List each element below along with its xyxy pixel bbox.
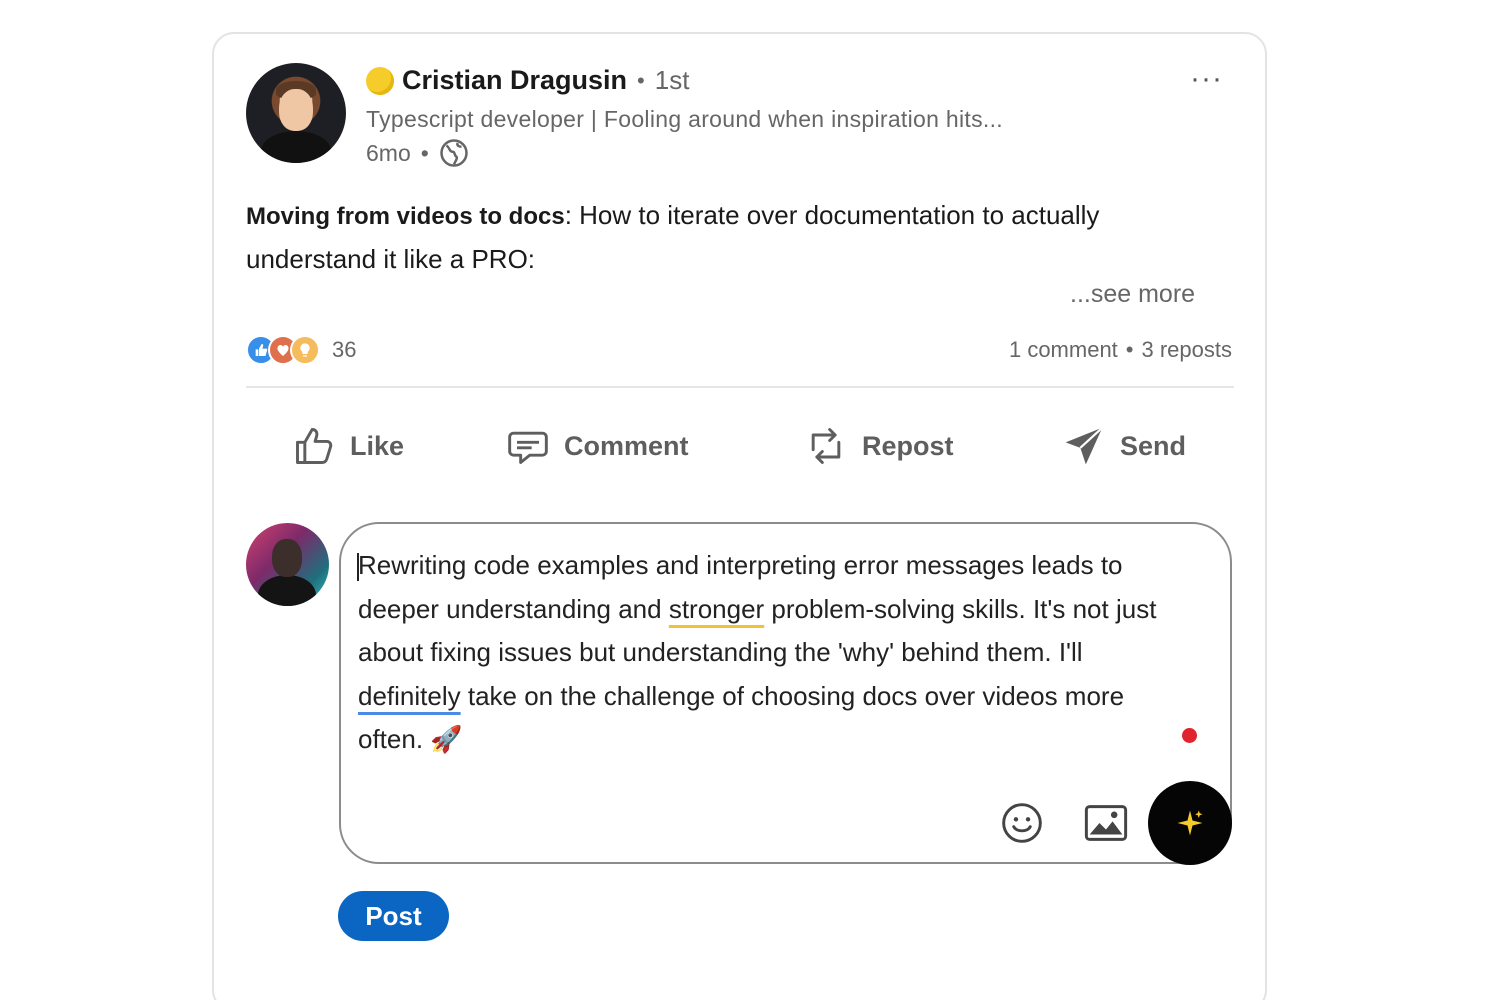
author-headline: Typescript developer | Fooling around wh… [366,106,1003,132]
post-body: Moving from videos to docs: How to itera… [246,194,1126,280]
post-time: 6mo [366,139,411,166]
connection-degree: 1st [654,65,690,95]
like-button[interactable]: Like [292,418,404,474]
repost-label: Repost [862,430,954,461]
thumbs-up-icon [296,428,333,464]
send-icon [1065,426,1104,465]
spelling-suggestion-word[interactable]: definitely [358,681,461,711]
author-name-row: Cristian Dragusin • 1st [366,65,689,96]
repost-button[interactable]: Repost [804,418,954,474]
rocket-emoji: 🚀 [430,724,463,754]
emoji-icon[interactable] [1000,801,1044,845]
social-separator: • [1125,337,1134,362]
more-options-icon[interactable]: ··· [1190,62,1223,96]
author-name[interactable]: Cristian Dragusin [402,65,627,96]
comment-label: Comment [564,430,689,461]
comment-text[interactable]: Rewriting code examples and interpreting… [358,544,1188,762]
status-emoji-icon [366,66,394,95]
globe-icon [440,139,468,167]
post-meta: 6mo • [366,138,469,168]
comments-count-link[interactable]: 1 comment [1009,337,1118,363]
grammar-suggestion-word[interactable]: stronger [669,594,764,624]
ai-assist-button[interactable] [1148,781,1232,865]
send-label: Send [1120,430,1187,461]
reaction-count: 36 [332,337,357,362]
post-button[interactable]: Post [338,891,449,941]
divider [246,386,1234,388]
reposts-count-link[interactable]: 3 reposts [1142,337,1233,363]
repost-icon [811,428,841,464]
post-body-lead: Moving from videos to docs [246,203,565,230]
recording-indicator-icon [1182,728,1197,743]
see-more-link[interactable]: ...see more [1070,280,1195,309]
comment-text-part3: take on the challenge of choosing docs o… [358,680,1125,755]
reactions-summary[interactable]: 36 [246,335,356,365]
author-avatar[interactable] [246,63,346,163]
image-icon[interactable] [1084,805,1128,841]
send-button[interactable]: Send [1062,418,1186,474]
comment-button[interactable]: Comment [506,418,689,474]
comment-icon [508,431,548,464]
name-separator: • [637,67,645,93]
comments-reposts-summary: 1 comment • 3 reposts [1009,337,1232,363]
insightful-reaction-icon [290,335,320,365]
time-separator: • [420,139,429,166]
like-label: Like [350,430,405,461]
current-user-avatar [246,523,329,606]
ai-sparkle-icon [1177,810,1203,836]
